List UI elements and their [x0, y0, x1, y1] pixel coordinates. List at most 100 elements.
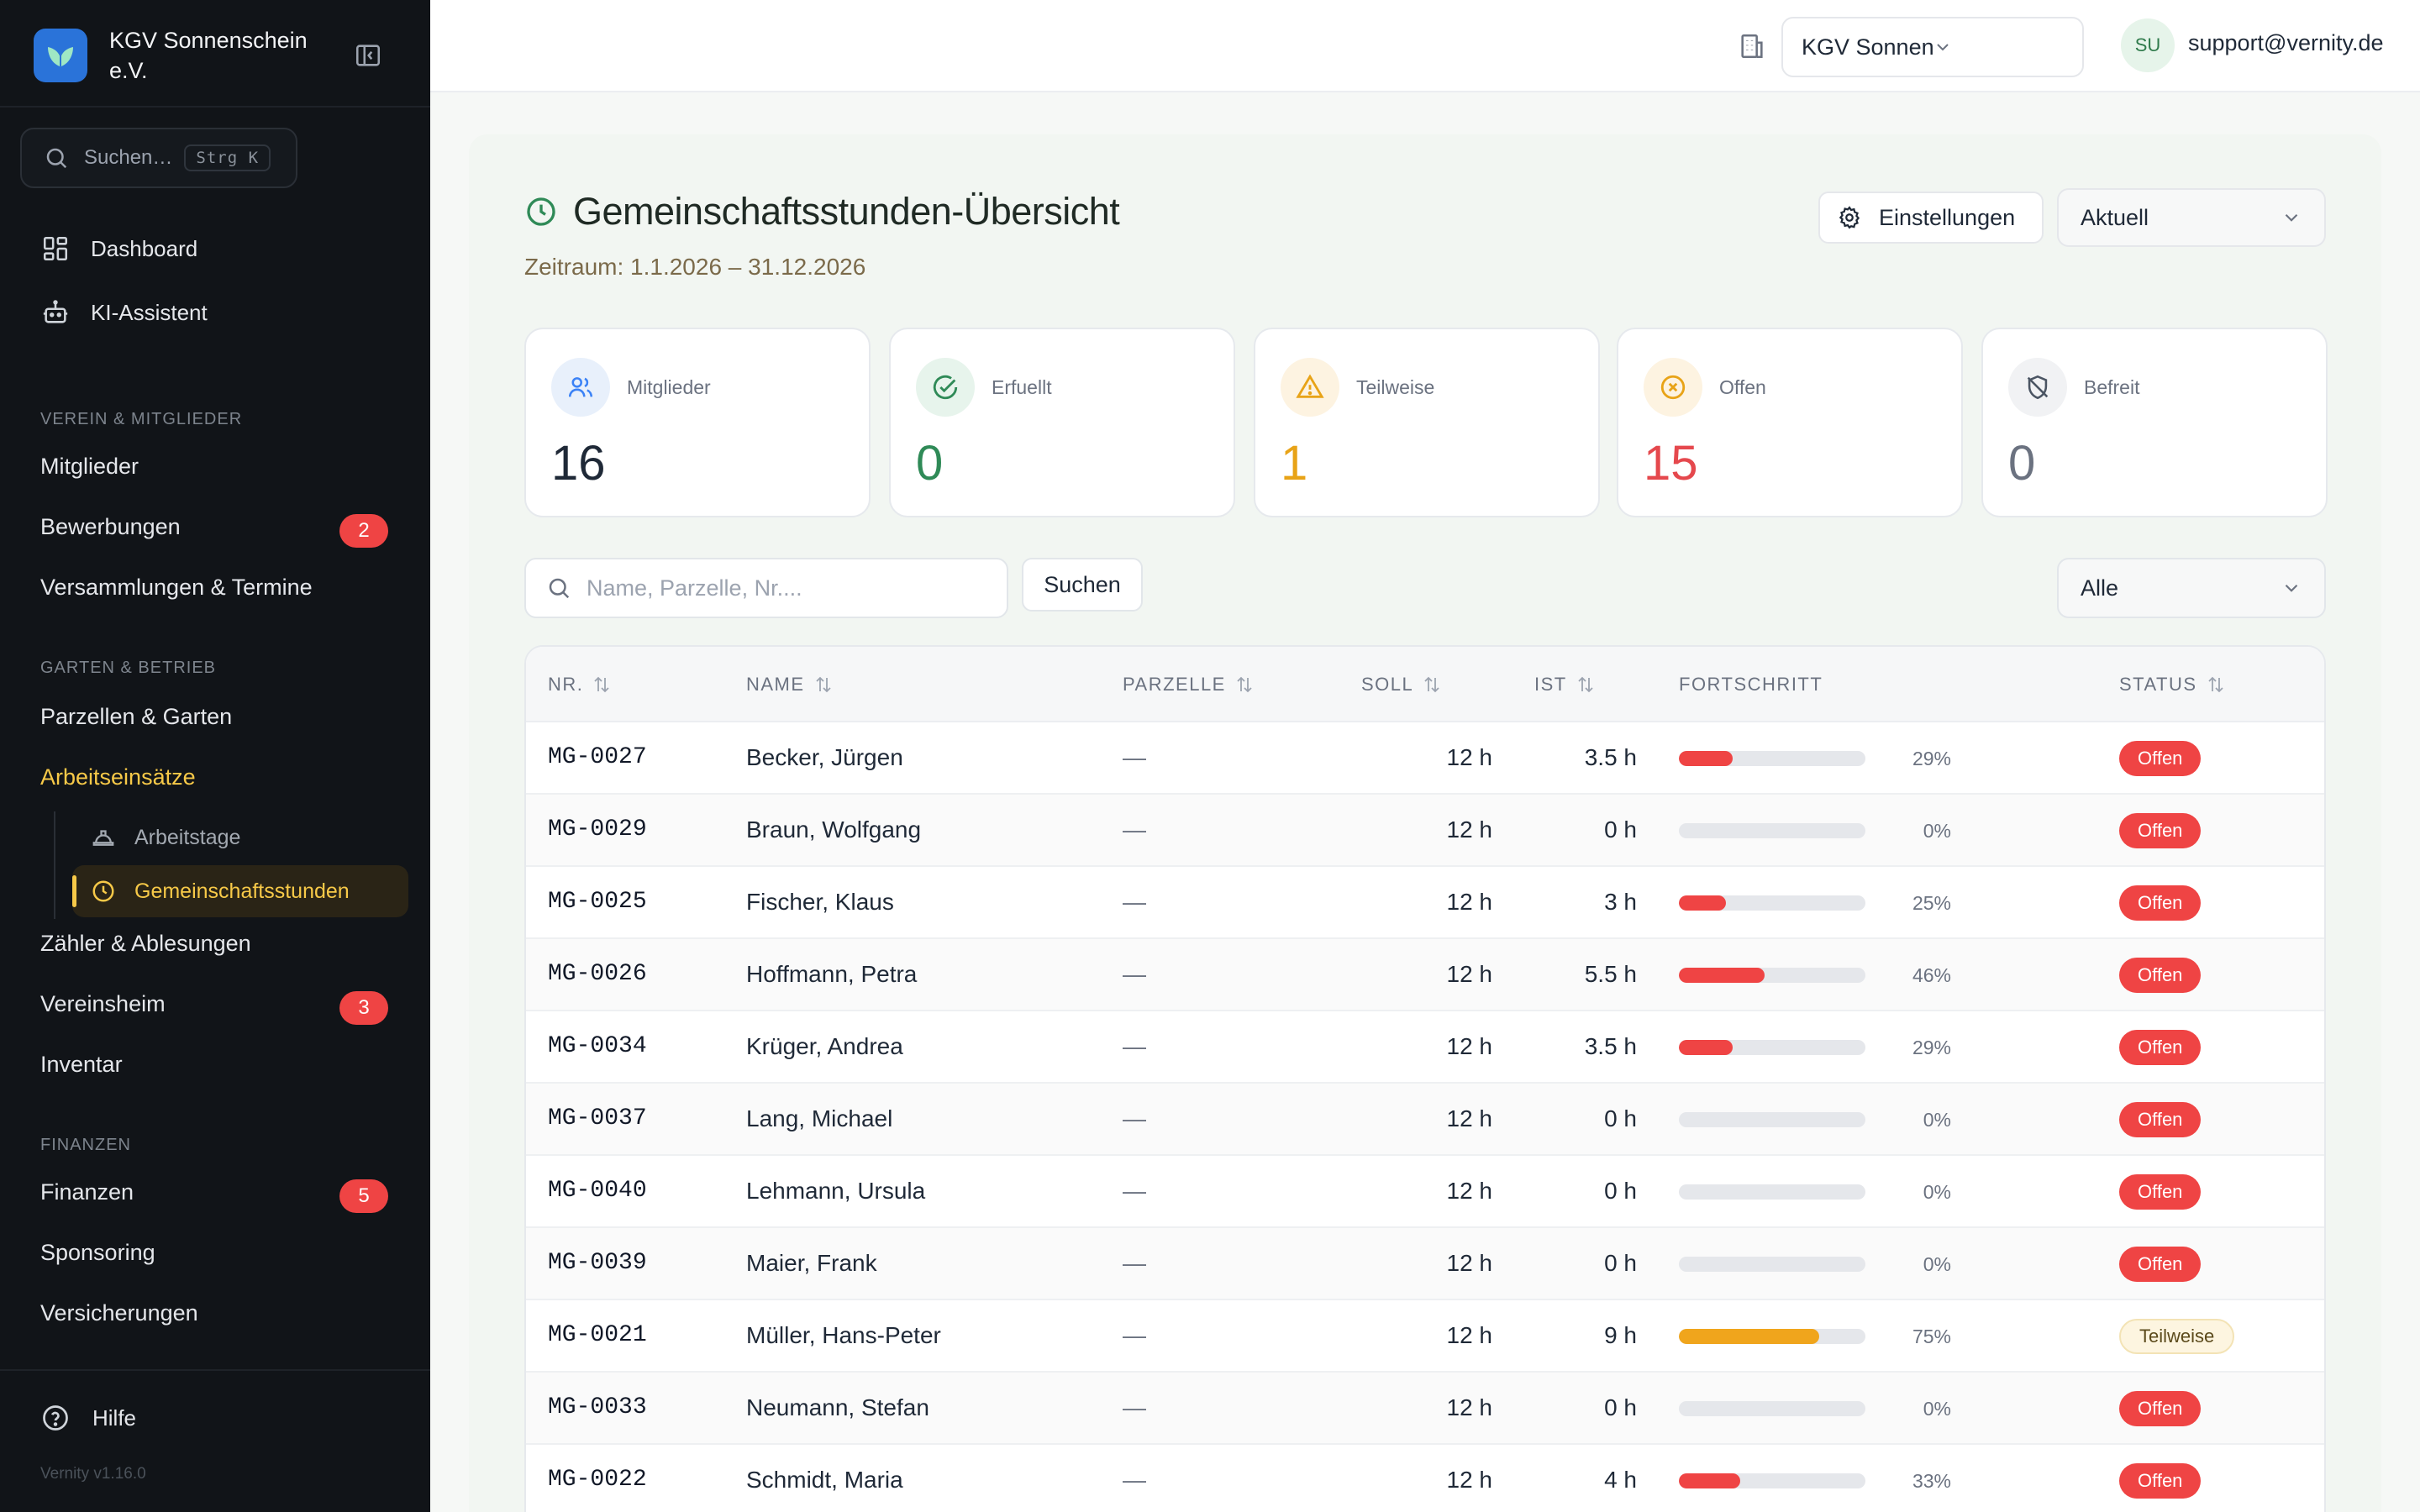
sort-icon: [2206, 675, 2226, 695]
member-parcel: —: [1123, 1250, 1146, 1276]
hours-actual: 0 h: [1604, 1178, 1637, 1204]
settings-label: Einstellungen: [1879, 204, 2016, 230]
nav-dashboard[interactable]: Dashboard: [39, 232, 197, 265]
org-select[interactable]: KGV Sonnenschein e.V.: [1781, 17, 2084, 77]
member-name: Lang, Michael: [746, 1105, 893, 1131]
search-button[interactable]: Suchen: [1022, 558, 1143, 612]
member-search-input[interactable]: Name, Parzelle, Nr....: [524, 558, 1008, 618]
hours-target: 12 h: [1446, 816, 1493, 843]
user-email[interactable]: support@vernity.de: [2188, 30, 2384, 56]
sidebar-search[interactable]: Suchen… Strg K: [20, 128, 297, 188]
table-row[interactable]: MG-0027 Becker, Jürgen — 12 h 3.5 h 29% Offen: [526, 722, 2324, 795]
progress-bar: [1679, 1040, 1865, 1055]
status-filter-select[interactable]: Alle: [2057, 558, 2326, 618]
nav-arbeitseinsaetze[interactable]: Arbeitseinsätze: [40, 764, 196, 790]
period-select[interactable]: Aktuell: [2057, 188, 2326, 247]
col-header-parzelle[interactable]: PARZELLE: [1123, 674, 1255, 696]
hours-target: 12 h: [1446, 961, 1493, 987]
table-row[interactable]: MG-0021 Müller, Hans-Peter — 12 h 9 h 75% Teil…: [526, 1300, 2324, 1373]
table-row[interactable]: MG-0029 Braun, Wolfgang — 12 h 0 h 0% Offen: [526, 795, 2324, 867]
hours-target: 12 h: [1446, 1178, 1493, 1204]
progress-percent: 0%: [1923, 1109, 1951, 1131]
nav-finanzen[interactable]: Finanzen: [40, 1179, 134, 1205]
sort-icon: [1422, 675, 1442, 695]
col-header-name[interactable]: NAME: [746, 674, 834, 696]
col-label: SOLL: [1361, 674, 1414, 695]
settings-button[interactable]: Einstellungen: [1818, 192, 2044, 244]
nav-bewerbungen[interactable]: Bewerbungen: [40, 514, 181, 540]
org-select-value: KGV Sonnenschein e.V.: [1802, 34, 1933, 60]
nav-mitglieder[interactable]: Mitglieder: [40, 454, 139, 480]
table-row[interactable]: MG-0040 Lehmann, Ursula — 12 h 0 h 0% Offen: [526, 1156, 2324, 1228]
avatar[interactable]: SU: [2121, 18, 2175, 72]
table-row[interactable]: MG-0039 Maier, Frank — 12 h 0 h 0% Offen: [526, 1228, 2324, 1300]
search-shortcut: Strg K: [184, 144, 271, 171]
robot-icon: [39, 296, 72, 329]
status-filter-value: Alle: [2081, 575, 2119, 601]
sort-icon: [592, 675, 612, 695]
vereinsheim-badge: 3: [339, 991, 388, 1025]
shield-off-icon: [2008, 358, 2067, 417]
leaf-logo-icon: [34, 29, 87, 82]
nav-arbeitstage[interactable]: Arbeitstage: [89, 823, 240, 852]
col-header-ist[interactable]: IST: [1534, 674, 1596, 696]
col-header-fortschritt: FORTSCHRITT: [1679, 674, 1823, 696]
section-garten: GARTEN & BETRIEB: [40, 659, 217, 677]
member-parcel: —: [1123, 1105, 1146, 1131]
table-row[interactable]: MG-0033 Neumann, Stefan — 12 h 0 h 0% Offen: [526, 1373, 2324, 1445]
progress-fill: [1679, 1040, 1733, 1055]
nav-ki-assistent-label: KI-Assistent: [91, 299, 208, 325]
sidebar-collapse-icon[interactable]: [351, 39, 385, 72]
stat-card-erfuellt: Erfuellt 0: [889, 328, 1235, 517]
table-row[interactable]: MG-0025 Fischer, Klaus — 12 h 3 h 25% Offen: [526, 867, 2324, 939]
progress-percent: 0%: [1923, 1398, 1951, 1420]
nav-ki-assistent[interactable]: KI-Assistent: [39, 296, 208, 329]
table-row[interactable]: MG-0034 Krüger, Andrea — 12 h 3.5 h 29% Offen: [526, 1011, 2324, 1084]
nav-zaehler[interactable]: Zähler & Ablesungen: [40, 931, 251, 957]
col-header-status[interactable]: STATUS: [2119, 674, 2226, 696]
nav-hilfe-label: Hilfe: [92, 1404, 137, 1431]
stat-value: 1: [1281, 436, 1308, 491]
nav-sponsoring[interactable]: Sponsoring: [40, 1240, 155, 1266]
nav-vereinsheim[interactable]: Vereinsheim: [40, 991, 166, 1017]
hours-actual: 3 h: [1604, 889, 1637, 915]
submenu-line: [54, 811, 55, 919]
nav-versammlungen[interactable]: Versammlungen & Termine: [40, 575, 313, 601]
clock-icon: [524, 195, 558, 228]
progress-bar: [1679, 1401, 1865, 1416]
x-circle-icon: [1644, 358, 1702, 417]
progress-percent: 33%: [1912, 1470, 1951, 1492]
member-name: Braun, Wolfgang: [746, 816, 922, 843]
chevron-down-icon: [1933, 37, 2064, 57]
table-row[interactable]: MG-0022 Schmidt, Maria — 12 h 4 h 33% Offen: [526, 1445, 2324, 1512]
hours-target: 12 h: [1446, 1105, 1493, 1131]
stat-label: Erfuellt: [992, 376, 1052, 398]
col-header-nr[interactable]: NR.: [548, 674, 612, 696]
nav-parzellen[interactable]: Parzellen & Garten: [40, 704, 232, 730]
nav-hilfe[interactable]: Hilfe: [39, 1401, 136, 1435]
progress-bar: [1679, 1473, 1865, 1488]
status-badge: Offen: [2119, 813, 2202, 848]
progress-bar: [1679, 1112, 1865, 1127]
nav-gemeinschaftsstunden[interactable]: Gemeinschaftsstunden: [72, 865, 408, 917]
col-label: FORTSCHRITT: [1679, 674, 1823, 695]
member-parcel: —: [1123, 1394, 1146, 1420]
member-parcel: —: [1123, 744, 1146, 770]
col-label: PARZELLE: [1123, 674, 1226, 695]
hours-actual: 3.5 h: [1584, 744, 1637, 770]
member-name: Neumann, Stefan: [746, 1394, 929, 1420]
table-row[interactable]: MG-0037 Lang, Michael — 12 h 0 h 0% Offen: [526, 1084, 2324, 1156]
col-header-soll[interactable]: SOLL: [1361, 674, 1442, 696]
hours-table: NR. NAME PARZELLE SOLL IST FORTSCHRITT S…: [524, 645, 2326, 1512]
col-label: STATUS: [2119, 674, 2197, 695]
org-brand[interactable]: KGV Sonnenschein e.V.: [34, 25, 328, 86]
table-row[interactable]: MG-0026 Hoffmann, Petra — 12 h 5.5 h 46% Offen: [526, 939, 2324, 1011]
nav-inventar[interactable]: Inventar: [40, 1052, 123, 1078]
progress-bar: [1679, 895, 1865, 911]
stat-card-offen: Offen 15: [1617, 328, 1963, 517]
progress-percent: 29%: [1912, 1037, 1951, 1058]
section-finanzen: FINANZEN: [40, 1136, 131, 1154]
sort-icon: [1234, 675, 1255, 695]
hours-actual: 4 h: [1604, 1467, 1637, 1493]
nav-versicherungen[interactable]: Versicherungen: [40, 1300, 198, 1326]
